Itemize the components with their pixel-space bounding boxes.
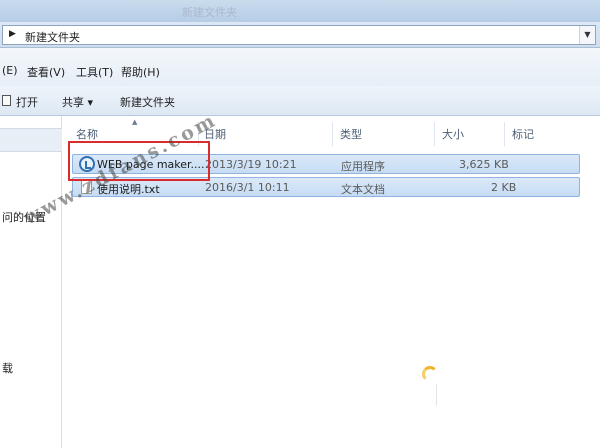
busy-cursor-icon bbox=[422, 366, 438, 382]
file-size: 2 KB bbox=[491, 181, 517, 194]
menu-help[interactable]: 帮助(H) bbox=[121, 64, 160, 80]
menu-edit[interactable]: (E) bbox=[2, 64, 18, 77]
app-icon bbox=[79, 156, 95, 172]
command-toolbar: 打开 共享 ▾ 新建文件夹 bbox=[0, 86, 600, 116]
address-box[interactable]: ▶ 新建文件夹 ▼ bbox=[2, 25, 596, 45]
address-path[interactable]: 新建文件夹 bbox=[25, 29, 80, 45]
new-folder-button[interactable]: 新建文件夹 bbox=[120, 94, 175, 110]
menu-view[interactable]: 查看(V) bbox=[27, 64, 65, 80]
column-header-name[interactable]: 名称 bbox=[76, 126, 98, 142]
column-header-size[interactable]: 大小 bbox=[442, 126, 464, 142]
address-dropdown-icon[interactable]: ▼ bbox=[579, 26, 595, 44]
column-divider[interactable] bbox=[434, 122, 435, 146]
address-bar: ▶ 新建文件夹 ▼ bbox=[0, 22, 600, 48]
file-date: 2016/3/1 10:11 bbox=[205, 181, 290, 194]
window-title: 新建文件夹 bbox=[182, 6, 237, 19]
sidebar-selected-item[interactable] bbox=[0, 128, 62, 152]
open-icon[interactable] bbox=[2, 95, 11, 106]
file-date: 2013/3/19 10:21 bbox=[205, 158, 297, 171]
menu-tools[interactable]: 工具(T) bbox=[76, 64, 113, 80]
file-row[interactable]: 使用说明.txt 2016/3/1 10:11 文本文档 2 KB bbox=[72, 177, 580, 197]
column-header-type[interactable]: 类型 bbox=[340, 126, 362, 142]
sort-arrow-icon: ▲ bbox=[132, 118, 138, 126]
file-type: 文本文档 bbox=[341, 183, 385, 196]
navigation-pane: 问的位置 载 bbox=[0, 116, 62, 448]
title-bar: 新建文件夹 bbox=[0, 0, 600, 22]
cursor-trail bbox=[436, 384, 437, 406]
breadcrumb-arrow-icon[interactable]: ▶ bbox=[9, 29, 16, 39]
file-size: 3,625 KB bbox=[459, 158, 509, 171]
share-button[interactable]: 共享 ▾ bbox=[62, 94, 93, 110]
column-divider[interactable] bbox=[332, 122, 333, 146]
sidebar-item-downloads[interactable]: 载 bbox=[2, 360, 13, 376]
column-header-tag[interactable]: 标记 bbox=[512, 126, 534, 142]
open-button[interactable]: 打开 bbox=[16, 94, 38, 110]
file-type: 应用程序 bbox=[341, 160, 385, 173]
column-divider[interactable] bbox=[504, 122, 505, 146]
